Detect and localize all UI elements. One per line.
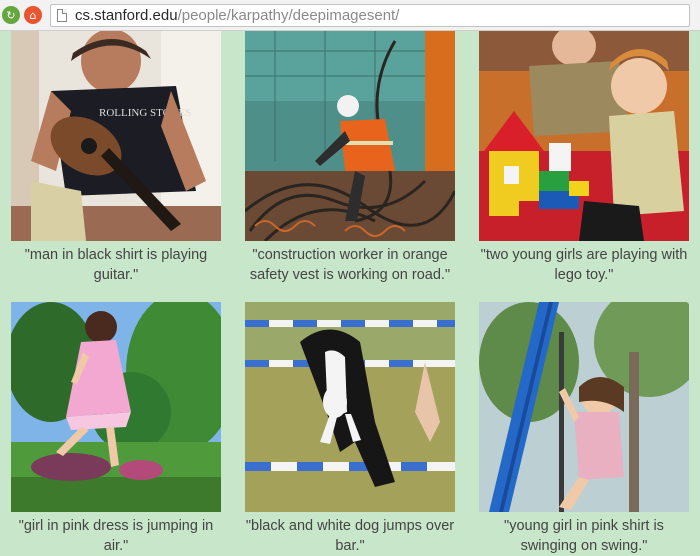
caption: "black and white dog jumps over bar." — [245, 518, 455, 554]
reload-icon[interactable]: ↻ — [2, 6, 20, 24]
image-construction-worker — [245, 31, 455, 241]
image-girl-swinging — [479, 302, 689, 512]
page-icon — [57, 8, 67, 22]
image-guitar-man: ROLLING STONES — [11, 31, 221, 241]
image-dog-jumping — [245, 302, 455, 512]
caption: "girl in pink dress is jumping in air." — [18, 518, 214, 554]
url-host: cs.stanford.edu — [75, 6, 178, 24]
caption: "construction worker in orange safety ve… — [249, 247, 451, 283]
browser-toolbar: ↻ ⌂ cs.stanford.edu/people/karpathy/deep… — [0, 0, 700, 31]
address-bar[interactable]: cs.stanford.edu/people/karpathy/deepimag… — [50, 3, 690, 27]
url-path: /people/karpathy/deepimagesent/ — [177, 6, 400, 24]
image-lego-toy — [479, 31, 689, 241]
home-icon[interactable]: ⌂ — [24, 6, 42, 24]
image-grid: ROLLING STONES "man in black shirt is pl… — [0, 31, 700, 554]
caption: "young girl in pink shirt is swinging on… — [504, 518, 664, 554]
caption: "two young girls are playing with lego t… — [480, 247, 688, 283]
caption: "man in black shirt is playing guitar." — [24, 247, 208, 283]
image-girl-jumping — [11, 302, 221, 512]
